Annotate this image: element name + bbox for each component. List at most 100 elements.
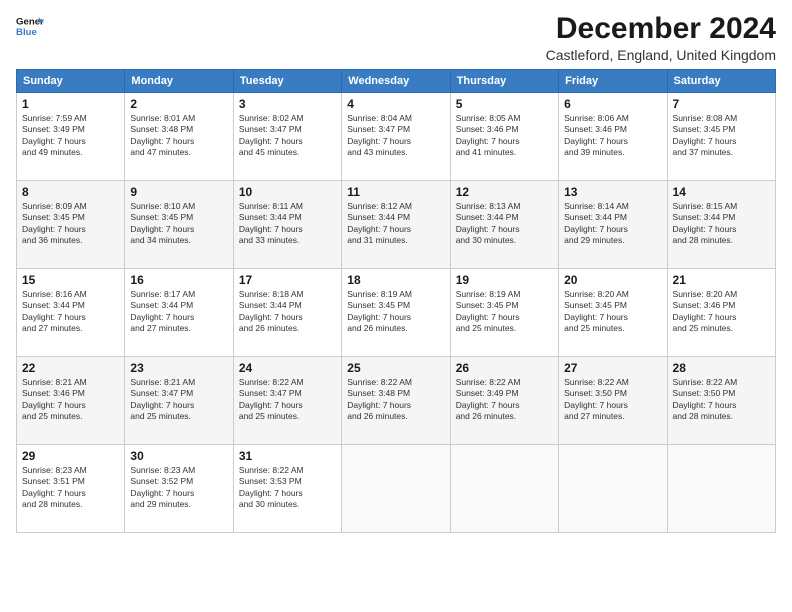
calendar-cell: 26Sunrise: 8:22 AMSunset: 3:49 PMDayligh… xyxy=(450,357,558,445)
calendar-cell: 13 Sunrise: 8:14 AMSunset: 3:44 PMDayligh… xyxy=(559,181,667,269)
day-number: 26 xyxy=(456,361,553,375)
calendar-cell: 17 Sunrise: 8:18 AMSunset: 3:44 PMDayligh… xyxy=(233,269,341,357)
day-number: 6 xyxy=(564,97,661,111)
day-number: 1 xyxy=(22,97,119,111)
day-info: Sunrise: 7:59 AMSunset: 3:49 PMDaylight:… xyxy=(22,113,119,159)
day-info: Sunrise: 8:22 AMSunset: 3:50 PMDaylight:… xyxy=(673,377,770,423)
header-wednesday: Wednesday xyxy=(342,70,450,93)
day-info: Sunrise: 8:12 AMSunset: 3:44 PMDaylight:… xyxy=(347,201,444,247)
calendar-cell: 21 Sunrise: 8:20 AMSunset: 3:46 PMDayligh… xyxy=(667,269,775,357)
calendar-cell: 6 Sunrise: 8:06 AMSunset: 3:46 PMDaylight… xyxy=(559,93,667,181)
day-number: 10 xyxy=(239,185,336,199)
day-number: 13 xyxy=(564,185,661,199)
day-number: 17 xyxy=(239,273,336,287)
day-number: 11 xyxy=(347,185,444,199)
calendar-cell: 7Sunrise: 8:08 AMSunset: 3:45 PMDaylight… xyxy=(667,93,775,181)
header-sunday: Sunday xyxy=(17,70,125,93)
calendar-cell: 30Sunrise: 8:23 AMSunset: 3:52 PMDayligh… xyxy=(125,445,233,533)
calendar-cell: 28Sunrise: 8:22 AMSunset: 3:50 PMDayligh… xyxy=(667,357,775,445)
day-info: Sunrise: 8:10 AMSunset: 3:45 PMDaylight:… xyxy=(130,201,227,247)
calendar-cell: 10 Sunrise: 8:11 AMSunset: 3:44 PMDayligh… xyxy=(233,181,341,269)
day-info: Sunrise: 8:19 AMSunset: 3:45 PMDaylight:… xyxy=(456,289,553,335)
calendar-cell: 12Sunrise: 8:13 AMSunset: 3:44 PMDayligh… xyxy=(450,181,558,269)
calendar-cell: 2 Sunrise: 8:01 AMSunset: 3:48 PMDaylight… xyxy=(125,93,233,181)
day-number: 23 xyxy=(130,361,227,375)
day-info: Sunrise: 8:22 AMSunset: 3:53 PMDaylight:… xyxy=(239,465,336,511)
day-info: Sunrise: 8:13 AMSunset: 3:44 PMDaylight:… xyxy=(456,201,553,247)
day-info: Sunrise: 8:01 AMSunset: 3:48 PMDaylight:… xyxy=(130,113,227,159)
day-info: Sunrise: 8:21 AMSunset: 3:46 PMDaylight:… xyxy=(22,377,119,423)
calendar-cell: 27 Sunrise: 8:22 AMSunset: 3:50 PMDayligh… xyxy=(559,357,667,445)
day-number: 4 xyxy=(347,97,444,111)
calendar-week-1: 1 Sunrise: 7:59 AMSunset: 3:49 PMDaylight… xyxy=(17,93,776,181)
day-info: Sunrise: 8:15 AMSunset: 3:44 PMDaylight:… xyxy=(673,201,770,247)
day-info: Sunrise: 8:23 AMSunset: 3:51 PMDaylight:… xyxy=(22,465,119,511)
day-number: 27 xyxy=(564,361,661,375)
calendar-cell: 5 Sunrise: 8:05 AMSunset: 3:46 PMDaylight… xyxy=(450,93,558,181)
day-number: 16 xyxy=(130,273,227,287)
header: General Blue December 2024 Castleford, E… xyxy=(16,12,776,63)
calendar-cell: 8 Sunrise: 8:09 AMSunset: 3:45 PMDaylight… xyxy=(17,181,125,269)
day-number: 25 xyxy=(347,361,444,375)
main-title: December 2024 xyxy=(546,12,776,45)
calendar-cell: 1 Sunrise: 7:59 AMSunset: 3:49 PMDaylight… xyxy=(17,93,125,181)
logo-icon: General Blue xyxy=(16,12,44,40)
day-info: Sunrise: 8:11 AMSunset: 3:44 PMDaylight:… xyxy=(239,201,336,247)
calendar-cell: 19 Sunrise: 8:19 AMSunset: 3:45 PMDayligh… xyxy=(450,269,558,357)
svg-text:Blue: Blue xyxy=(16,27,37,38)
calendar-cell: 16 Sunrise: 8:17 AMSunset: 3:44 PMDayligh… xyxy=(125,269,233,357)
day-info: Sunrise: 8:02 AMSunset: 3:47 PMDaylight:… xyxy=(239,113,336,159)
logo: General Blue xyxy=(16,12,44,40)
day-info: Sunrise: 8:18 AMSunset: 3:44 PMDaylight:… xyxy=(239,289,336,335)
calendar-week-2: 8 Sunrise: 8:09 AMSunset: 3:45 PMDaylight… xyxy=(17,181,776,269)
day-number: 29 xyxy=(22,449,119,463)
calendar-cell: 23 Sunrise: 8:21 AMSunset: 3:47 PMDayligh… xyxy=(125,357,233,445)
calendar-week-3: 15 Sunrise: 8:16 AMSunset: 3:44 PMDayligh… xyxy=(17,269,776,357)
calendar-cell xyxy=(559,445,667,533)
day-number: 20 xyxy=(564,273,661,287)
day-number: 2 xyxy=(130,97,227,111)
day-info: Sunrise: 8:06 AMSunset: 3:46 PMDaylight:… xyxy=(564,113,661,159)
calendar-cell: 24 Sunrise: 8:22 AMSunset: 3:47 PMDayligh… xyxy=(233,357,341,445)
day-number: 21 xyxy=(673,273,770,287)
calendar-table: SundayMondayTuesdayWednesdayThursdayFrid… xyxy=(16,69,776,533)
header-monday: Monday xyxy=(125,70,233,93)
calendar-header-row: SundayMondayTuesdayWednesdayThursdayFrid… xyxy=(17,70,776,93)
page: General Blue December 2024 Castleford, E… xyxy=(0,0,792,612)
day-number: 18 xyxy=(347,273,444,287)
day-info: Sunrise: 8:22 AMSunset: 3:50 PMDaylight:… xyxy=(564,377,661,423)
day-number: 15 xyxy=(22,273,119,287)
day-number: 19 xyxy=(456,273,553,287)
day-info: Sunrise: 8:22 AMSunset: 3:47 PMDaylight:… xyxy=(239,377,336,423)
day-info: Sunrise: 8:17 AMSunset: 3:44 PMDaylight:… xyxy=(130,289,227,335)
calendar-cell: 11 Sunrise: 8:12 AMSunset: 3:44 PMDayligh… xyxy=(342,181,450,269)
day-info: Sunrise: 8:20 AMSunset: 3:45 PMDaylight:… xyxy=(564,289,661,335)
day-number: 8 xyxy=(22,185,119,199)
day-number: 24 xyxy=(239,361,336,375)
day-info: Sunrise: 8:19 AMSunset: 3:45 PMDaylight:… xyxy=(347,289,444,335)
day-info: Sunrise: 8:08 AMSunset: 3:45 PMDaylight:… xyxy=(673,113,770,159)
day-info: Sunrise: 8:16 AMSunset: 3:44 PMDaylight:… xyxy=(22,289,119,335)
calendar-cell: 20 Sunrise: 8:20 AMSunset: 3:45 PMDayligh… xyxy=(559,269,667,357)
day-info: Sunrise: 8:23 AMSunset: 3:52 PMDaylight:… xyxy=(130,465,227,511)
day-info: Sunrise: 8:09 AMSunset: 3:45 PMDaylight:… xyxy=(22,201,119,247)
day-number: 3 xyxy=(239,97,336,111)
day-number: 9 xyxy=(130,185,227,199)
calendar-cell: 18 Sunrise: 8:19 AMSunset: 3:45 PMDayligh… xyxy=(342,269,450,357)
day-info: Sunrise: 8:14 AMSunset: 3:44 PMDaylight:… xyxy=(564,201,661,247)
day-info: Sunrise: 8:21 AMSunset: 3:47 PMDaylight:… xyxy=(130,377,227,423)
header-saturday: Saturday xyxy=(667,70,775,93)
subtitle: Castleford, England, United Kingdom xyxy=(546,47,776,63)
day-number: 14 xyxy=(673,185,770,199)
day-info: Sunrise: 8:22 AMSunset: 3:48 PMDaylight:… xyxy=(347,377,444,423)
calendar-cell: 4Sunrise: 8:04 AMSunset: 3:47 PMDaylight… xyxy=(342,93,450,181)
calendar-cell xyxy=(450,445,558,533)
calendar-cell: 22Sunrise: 8:21 AMSunset: 3:46 PMDayligh… xyxy=(17,357,125,445)
calendar-cell: 25 Sunrise: 8:22 AMSunset: 3:48 PMDayligh… xyxy=(342,357,450,445)
calendar-cell: 31Sunrise: 8:22 AMSunset: 3:53 PMDayligh… xyxy=(233,445,341,533)
day-info: Sunrise: 8:05 AMSunset: 3:46 PMDaylight:… xyxy=(456,113,553,159)
title-block: December 2024 Castleford, England, Unite… xyxy=(546,12,776,63)
day-info: Sunrise: 8:20 AMSunset: 3:46 PMDaylight:… xyxy=(673,289,770,335)
day-number: 5 xyxy=(456,97,553,111)
calendar-week-4: 22Sunrise: 8:21 AMSunset: 3:46 PMDayligh… xyxy=(17,357,776,445)
